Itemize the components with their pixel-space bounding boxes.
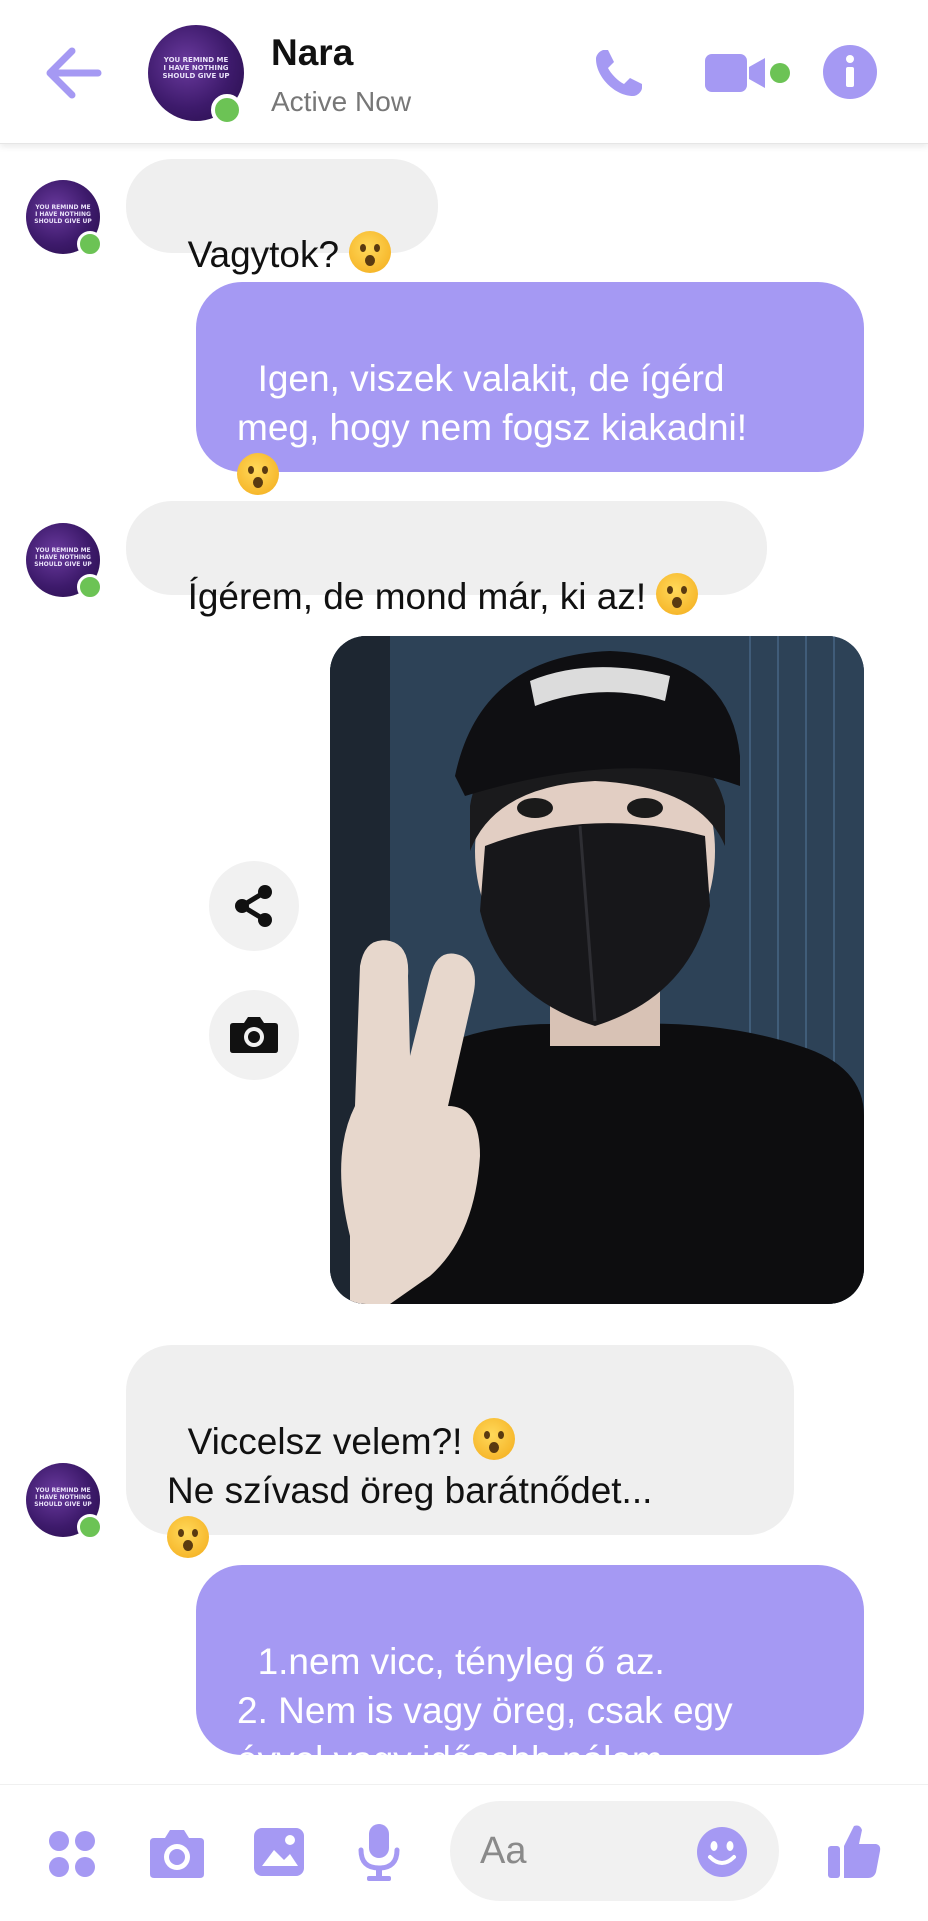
astonished-face-emoji-icon bbox=[472, 1418, 515, 1460]
apps-icon[interactable] bbox=[48, 1830, 96, 1878]
chat-header: YOU REMIND ME I HAVE NOTHING SHOULD GIVE U… bbox=[0, 0, 928, 144]
online-indicator bbox=[77, 1514, 103, 1540]
video-active-dot bbox=[770, 63, 790, 83]
online-indicator bbox=[77, 574, 103, 600]
gallery-icon[interactable] bbox=[252, 1826, 306, 1878]
back-arrow-icon[interactable] bbox=[44, 45, 102, 101]
message-bubble-outgoing[interactable]: 1.nem vicc, tényleg ő az. 2. Nem is vagy… bbox=[196, 1565, 864, 1780]
peeking-face-emoji-icon bbox=[656, 573, 699, 615]
contact-status: Active Now bbox=[271, 86, 412, 117]
camera-effects-button[interactable] bbox=[209, 990, 299, 1080]
contact-name[interactable]: Nara bbox=[271, 32, 353, 74]
shushing-face-emoji-icon bbox=[237, 453, 279, 495]
message-text: Ígérem, de mond már, ki az! bbox=[187, 576, 657, 617]
message-text: Viccelsz velem?! bbox=[187, 1421, 473, 1462]
info-icon[interactable] bbox=[822, 44, 878, 100]
frowning-face-emoji-icon bbox=[167, 1516, 209, 1558]
online-indicator bbox=[77, 231, 103, 257]
microphone-icon[interactable] bbox=[356, 1822, 402, 1882]
message-text: Igen, viszek valakit, de ígérd meg, hogy… bbox=[237, 358, 748, 448]
share-button[interactable] bbox=[209, 861, 299, 951]
shared-photo[interactable] bbox=[330, 636, 864, 1304]
message-input-placeholder[interactable]: Aa bbox=[480, 1830, 526, 1873]
message-text: Vagytok? bbox=[187, 234, 350, 275]
message-text: 1.nem vicc, tényleg ő az. 2. Nem is vagy… bbox=[237, 1641, 733, 1780]
message-text-line2: Ne szívasd öreg barátnődet... bbox=[167, 1470, 653, 1511]
photo-image bbox=[330, 636, 864, 1304]
message-bubble-outgoing[interactable]: Igen, viszek valakit, de ígérd meg, hogy… bbox=[196, 282, 864, 495]
message-bubble-incoming[interactable]: Viccelsz velem?! Ne szívasd öreg barátnő… bbox=[126, 1345, 794, 1558]
emoji-icon[interactable] bbox=[696, 1826, 748, 1878]
camera-icon[interactable] bbox=[148, 1826, 206, 1880]
share-icon bbox=[235, 885, 272, 927]
online-indicator bbox=[211, 94, 243, 126]
like-icon[interactable] bbox=[826, 1822, 882, 1880]
message-bubble-incoming[interactable]: Ígérem, de mond már, ki az! bbox=[126, 501, 767, 617]
message-bubble-incoming[interactable]: Vagytok? bbox=[126, 159, 438, 275]
phone-call-icon[interactable] bbox=[588, 44, 648, 104]
video-call-icon[interactable] bbox=[703, 50, 767, 96]
hushed-face-emoji-icon bbox=[349, 231, 392, 273]
camera-icon bbox=[230, 1017, 278, 1053]
